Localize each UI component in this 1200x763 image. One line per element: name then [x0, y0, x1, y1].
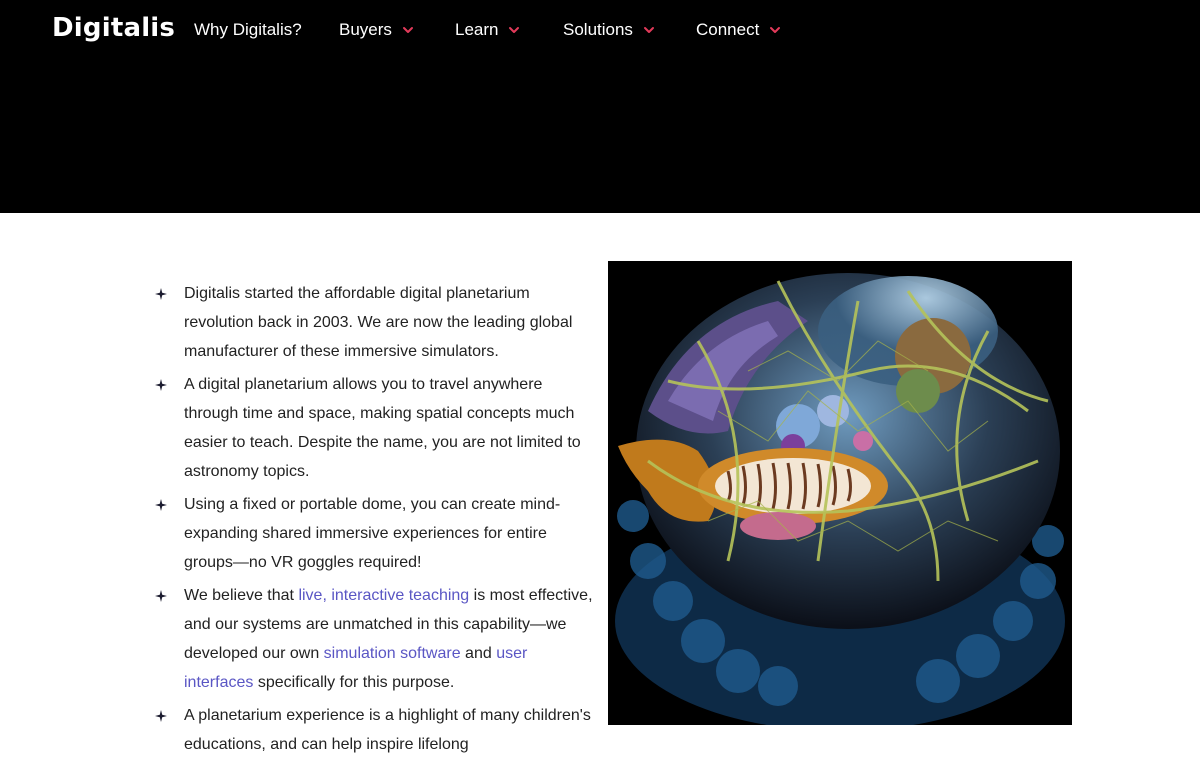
- site-header: Digitalis Why Digitalis? Buyers Learn So…: [0, 0, 1200, 213]
- nav-why-digitalis[interactable]: Why Digitalis?: [194, 20, 302, 40]
- list-item-text: A digital planetarium allows you to trav…: [184, 376, 581, 480]
- planetarium-dome-image: [608, 261, 1072, 725]
- chevron-down-icon: [643, 24, 655, 36]
- live-interactive-teaching-link[interactable]: live, interactive teaching: [298, 587, 469, 604]
- chevron-down-icon: [402, 24, 414, 36]
- list-item: We believe that live, interactive teachi…: [154, 581, 594, 697]
- simulation-software-link[interactable]: simulation software: [324, 645, 461, 662]
- four-point-star-icon: [154, 279, 168, 308]
- four-point-star-icon: [154, 370, 168, 399]
- nav-label: Connect: [696, 20, 760, 39]
- nav-label: Learn: [455, 20, 499, 39]
- nav-connect[interactable]: Connect: [696, 20, 781, 40]
- list-item-text: Digitalis started the affordable digital…: [184, 285, 573, 360]
- nav-label: Solutions: [563, 20, 633, 39]
- list-item: Digitalis started the affordable digital…: [154, 279, 594, 366]
- four-point-star-icon: [154, 581, 168, 610]
- list-item-text: We believe that live, interactive teachi…: [184, 587, 593, 691]
- nav-buyers[interactable]: Buyers: [339, 20, 414, 40]
- cell-simulation-illustration: [608, 261, 1072, 725]
- four-point-star-icon: [154, 701, 168, 730]
- nav-learn[interactable]: Learn: [455, 20, 520, 40]
- main-content: Digitalis started the affordable digital…: [0, 213, 1200, 753]
- nav-solutions[interactable]: Solutions: [563, 20, 655, 40]
- feature-list: Digitalis started the affordable digital…: [154, 279, 594, 763]
- list-item: A planetarium experience is a highlight …: [154, 701, 594, 759]
- list-item-text: Using a fixed or portable dome, you can …: [184, 496, 561, 571]
- list-item-text: A planetarium experience is a highlight …: [184, 707, 591, 753]
- list-item: Using a fixed or portable dome, you can …: [154, 490, 594, 577]
- chevron-down-icon: [508, 24, 520, 36]
- nav-label: Buyers: [339, 20, 392, 39]
- list-text-segment: We believe that: [184, 587, 299, 604]
- list-item: A digital planetarium allows you to trav…: [154, 370, 594, 486]
- four-point-star-icon: [154, 490, 168, 519]
- list-text-segment: and: [460, 645, 497, 662]
- nav-label: Why Digitalis?: [194, 20, 302, 39]
- chevron-down-icon: [769, 24, 781, 36]
- site-logo[interactable]: Digitalis: [52, 13, 175, 43]
- list-text-segment: specifically for this purpose.: [253, 674, 455, 691]
